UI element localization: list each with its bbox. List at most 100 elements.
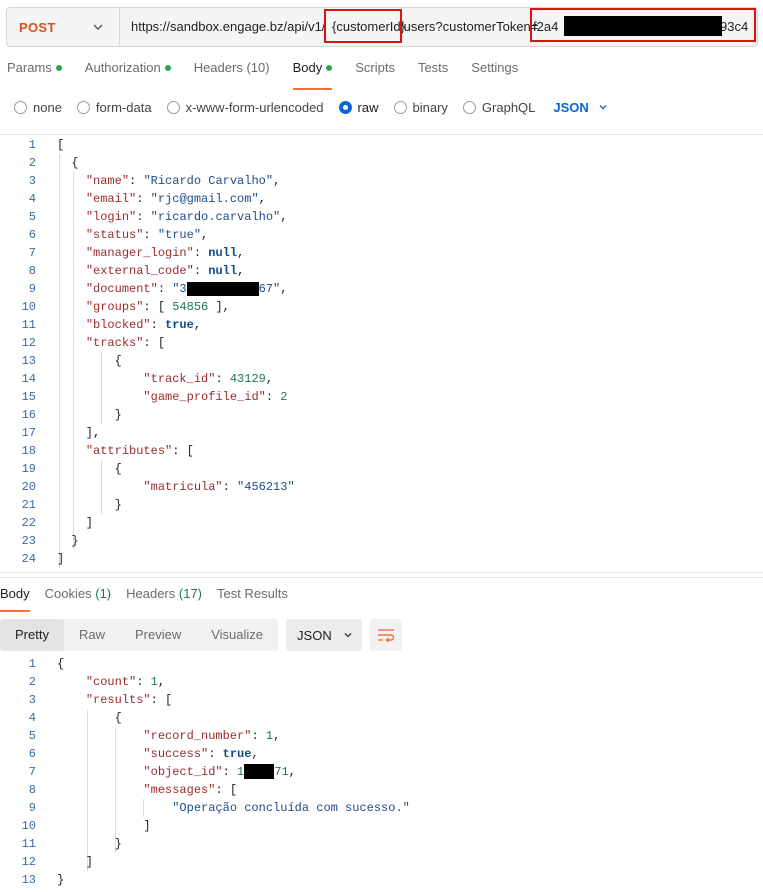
line-code: "external_code": null, <box>85 264 245 278</box>
line-number: 2 <box>28 675 36 689</box>
code-line: 3 "name": "Ricardo Carvalho", <box>0 172 763 190</box>
code-line: 13 { <box>0 352 763 370</box>
radio-raw[interactable]: raw <box>338 99 379 115</box>
radio-circle <box>393 100 407 114</box>
view-raw-button[interactable]: Raw <box>64 619 120 651</box>
code-line: 16 } <box>0 406 763 424</box>
view-pretty-button[interactable]: Pretty <box>0 619 64 651</box>
radio-label: x-www-form-urlencoded <box>185 99 324 115</box>
tab-label: Headers <box>193 60 243 75</box>
code-line: 17 ], <box>0 424 763 442</box>
code-line: 9 "document": "3 67", <box>0 280 763 298</box>
line-code: ] <box>57 516 94 530</box>
body-type-selector: none form-data x-www-form-urlencoded raw… <box>14 98 608 116</box>
line-code: "results": [ <box>85 693 173 707</box>
url-prefix: https://sandbox.engage.bz/api/v1/ <box>131 19 326 34</box>
tab-label: Body <box>292 60 323 75</box>
radio-graphql[interactable]: GraphQL <box>462 99 536 115</box>
response-body-viewer[interactable]: 1{ 2 "count": 1, 3 "results": [ 4 { 5 "r… <box>0 655 763 889</box>
radio-label: GraphQL <box>481 99 536 115</box>
highlight-box <box>530 8 756 42</box>
code-line: 15 "game_profile_id": 2 <box>0 388 763 406</box>
json-value: 67" <box>258 282 281 296</box>
tab-count: (17) <box>178 586 203 601</box>
radio-binary[interactable]: binary <box>393 100 448 115</box>
radio-circle <box>338 100 352 114</box>
tab-response-body[interactable]: Body <box>0 586 30 612</box>
radio-label: raw <box>357 99 379 115</box>
code-line: 8 "messages": [ <box>0 781 763 799</box>
radio-label: form-data <box>95 99 152 115</box>
line-code: "status": "true", <box>85 228 209 242</box>
line-code: "login": "ricardo.carvalho", <box>85 210 288 224</box>
radio-circle <box>14 100 27 114</box>
response-format-select[interactable]: JSON <box>286 619 363 651</box>
line-code: "attributes": [ <box>85 444 194 458</box>
tab-authorization[interactable]: Authorization <box>85 60 171 84</box>
tab-settings[interactable]: Settings <box>471 60 518 84</box>
view-preview-button[interactable]: Preview <box>120 619 196 651</box>
view-visualize-button[interactable]: Visualize <box>196 619 278 651</box>
code-line: 6 "status": "true", <box>0 226 763 244</box>
tab-cookies[interactable]: Cookies (1) <box>45 586 111 606</box>
code-line: 2 "count": 1, <box>0 673 763 691</box>
line-code: ] <box>57 855 94 869</box>
view-mode-group: Pretty Raw Preview Visualize <box>0 619 279 651</box>
code-line: 1[ <box>0 136 763 154</box>
json-value: "456213" <box>237 480 295 494</box>
json-value: 54856 <box>172 300 209 314</box>
line-code: "messages": [ <box>143 783 238 797</box>
line-number: 6 <box>28 747 36 761</box>
language-label: JSON <box>553 99 589 115</box>
status-dot <box>164 64 171 71</box>
code-line: 19 { <box>0 460 763 478</box>
tab-scripts[interactable]: Scripts <box>355 60 395 84</box>
line-number: 23 <box>21 534 36 548</box>
line-code: "object_id": 1 71, <box>143 764 296 780</box>
code-line: 20 "matricula": "456213" <box>0 478 763 496</box>
chevron-down-icon <box>599 105 607 110</box>
json-value: 1 <box>150 675 158 689</box>
tab-params[interactable]: Params <box>7 60 62 84</box>
tab-test-results[interactable]: Test Results <box>217 586 288 606</box>
request-tabs: Params Authorization Headers (10) Body S… <box>7 60 541 90</box>
format-label: JSON <box>297 627 332 643</box>
line-number: 3 <box>28 693 36 707</box>
tab-body[interactable]: Body <box>292 60 333 90</box>
tab-label: Params <box>7 60 52 75</box>
line-code: { <box>57 156 79 170</box>
radio-form-data[interactable]: form-data <box>76 99 152 115</box>
line-number: 4 <box>28 711 36 725</box>
method-label: POST <box>19 19 56 35</box>
json-value: "Operação concluída com sucesso." <box>172 801 410 815</box>
code-line: 4 "email": "rjc@gmail.com", <box>0 190 763 208</box>
wrap-lines-button[interactable] <box>370 619 403 651</box>
language-select[interactable]: JSON <box>553 100 607 115</box>
tab-headers[interactable]: Headers (10) <box>194 60 270 84</box>
request-body-editor[interactable]: 1[ 2 { 3 "name": "Ricardo Carvalho", 4 "… <box>0 136 763 568</box>
line-number: 21 <box>21 498 36 512</box>
line-number: 4 <box>28 192 36 206</box>
radio-none[interactable]: none <box>14 100 62 115</box>
line-number: 3 <box>28 174 36 188</box>
status-dot <box>326 64 333 71</box>
line-number: 24 <box>21 552 36 566</box>
code-line: 13} <box>0 871 763 889</box>
json-value: null <box>208 264 238 278</box>
line-number: 7 <box>28 246 36 260</box>
divider <box>0 572 763 573</box>
json-value: "rjc@gmail.com" <box>150 192 259 206</box>
radio-urlencoded[interactable]: x-www-form-urlencoded <box>166 99 324 115</box>
method-select[interactable]: POST <box>7 8 120 46</box>
json-value: "Ricardo Carvalho" <box>143 174 274 188</box>
tab-tests[interactable]: Tests <box>418 60 448 84</box>
line-number: 10 <box>21 300 36 314</box>
code-line: 4 { <box>0 709 763 727</box>
code-line: 5 "login": "ricardo.carvalho", <box>0 208 763 226</box>
line-code: } <box>57 408 122 422</box>
code-line: 3 "results": [ <box>0 691 763 709</box>
highlight-box <box>324 9 402 43</box>
chevron-down-icon <box>344 633 352 638</box>
line-code: [ <box>57 138 65 152</box>
tab-response-headers[interactable]: Headers (17) <box>126 586 202 606</box>
